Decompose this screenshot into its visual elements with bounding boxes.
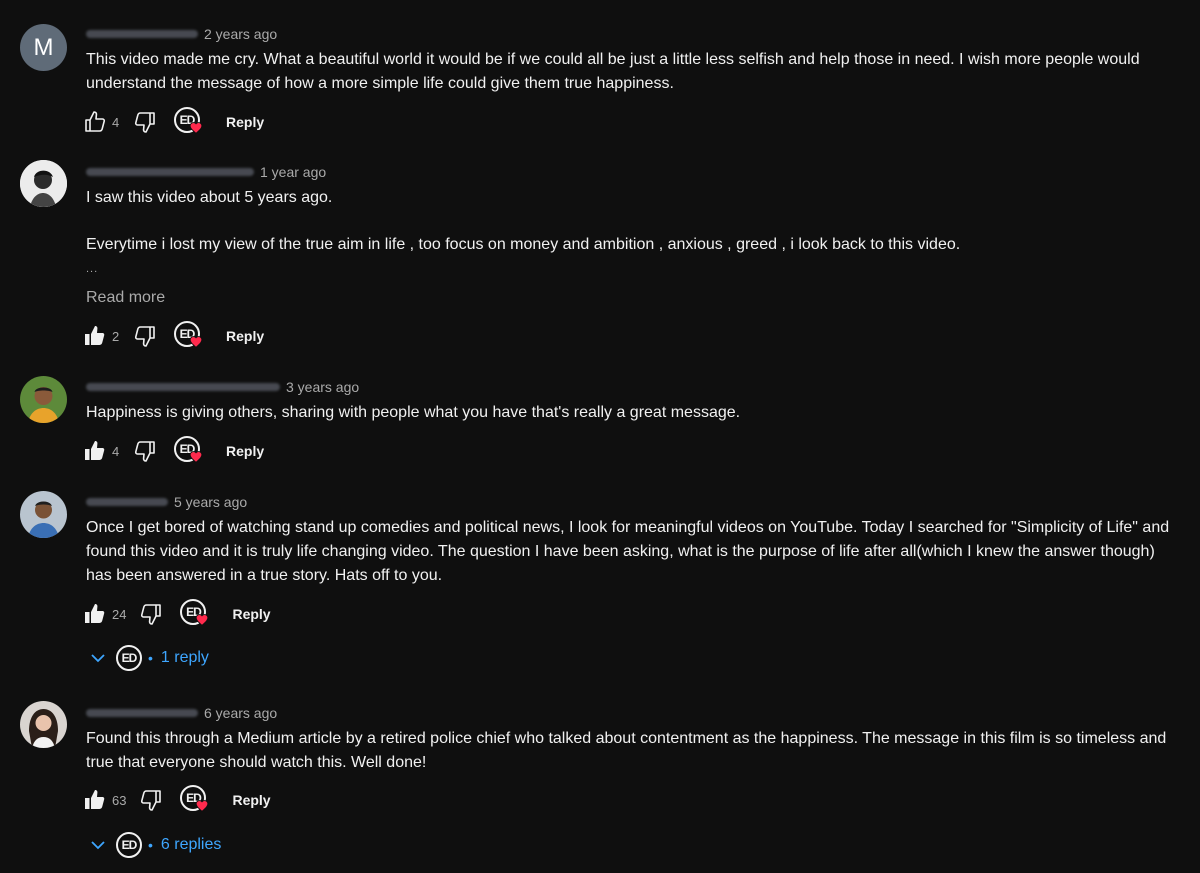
view-replies-button[interactable]: ED • 1 reply: [88, 643, 209, 673]
comment-text: Once I get bored of watching stand up co…: [86, 519, 1170, 584]
dislike-button[interactable]: [138, 601, 164, 627]
avatar[interactable]: [20, 160, 67, 207]
comment-time[interactable]: 1 year ago: [260, 164, 326, 180]
thumbs-up-filled-icon: [85, 604, 105, 623]
comment-actions: 2 ED Reply: [82, 321, 264, 351]
dislike-button[interactable]: [132, 109, 158, 135]
comment-text: This video made me cry. What a beautiful…: [86, 51, 1140, 92]
heart-icon: [189, 122, 203, 134]
thumbs-up-filled-icon: [85, 441, 105, 460]
comment-text-line-1: I saw this video about 5 years ago.: [86, 189, 333, 206]
comment-time[interactable]: 5 years ago: [174, 494, 247, 510]
like-count: 4: [112, 114, 120, 130]
comment-time[interactable]: 6 years ago: [204, 705, 277, 721]
like-button[interactable]: [82, 323, 108, 349]
creator-heart: ED: [178, 598, 210, 630]
thumbs-down-outline-icon: [134, 326, 155, 347]
comment-meta: 1 year ago: [86, 162, 326, 182]
comment-actions: 4 ED Reply: [82, 436, 264, 466]
reply-button[interactable]: Reply: [226, 328, 264, 344]
heart-icon: [196, 614, 209, 626]
chevron-down-icon: [91, 841, 105, 850]
heart-icon: [189, 451, 203, 463]
thumbs-down-outline-icon: [141, 604, 162, 625]
like-count: 4: [112, 443, 120, 459]
like-count: 63: [112, 792, 127, 808]
creator-heart: ED: [178, 784, 210, 816]
blurred-username[interactable]: [86, 383, 280, 391]
avatar-photo: [20, 491, 67, 538]
like-button[interactable]: [82, 787, 108, 813]
comment-meta: 6 years ago: [86, 703, 277, 723]
dislike-button[interactable]: [138, 787, 164, 813]
avatar[interactable]: [20, 701, 67, 748]
reply-button[interactable]: Reply: [226, 443, 264, 459]
blurred-username[interactable]: [86, 168, 254, 176]
comment-meta: 2 years ago: [86, 24, 277, 44]
heart-icon: [189, 336, 203, 348]
comment-time[interactable]: 2 years ago: [204, 26, 277, 42]
truncation-ellipsis: ...: [86, 263, 99, 275]
creator-heart: ED: [172, 320, 204, 352]
like-button[interactable]: [82, 109, 108, 135]
thumbs-down-outline-icon: [134, 441, 155, 462]
comment-text-line-2: Everytime i lost my view of the true aim…: [86, 236, 961, 253]
comment-meta: 3 years ago: [86, 377, 359, 397]
avatar[interactable]: [20, 491, 67, 538]
thumbs-up-filled-icon: [85, 790, 105, 809]
heart-icon: [196, 800, 209, 812]
dislike-button[interactable]: [132, 323, 158, 349]
comment-time[interactable]: 3 years ago: [286, 379, 359, 395]
chevron-down-icon: [91, 654, 105, 663]
view-replies-button[interactable]: ED • 6 replies: [88, 830, 221, 860]
comment-meta: 5 years ago: [86, 492, 247, 512]
creator-avatar: ED: [116, 832, 142, 858]
replies-count-label[interactable]: 6 replies: [161, 836, 221, 854]
read-more-button[interactable]: Read more: [86, 289, 165, 307]
reply-button[interactable]: Reply: [226, 114, 264, 130]
comment-actions: 24 ED Reply: [82, 599, 271, 629]
reply-button[interactable]: Reply: [232, 606, 270, 622]
comment-text: Happiness is giving others, sharing with…: [86, 404, 741, 421]
dislike-button[interactable]: [132, 438, 158, 464]
like-button[interactable]: [82, 601, 108, 627]
separator-dot: •: [148, 650, 153, 666]
comment-actions: 4 ED Reply: [82, 107, 264, 137]
avatar-photo: [20, 376, 67, 423]
replies-count-label[interactable]: 1 reply: [161, 649, 209, 667]
creator-avatar: ED: [116, 645, 142, 671]
avatar[interactable]: M: [20, 24, 67, 71]
blurred-username[interactable]: [86, 30, 198, 38]
like-count: 24: [112, 606, 127, 622]
thumbs-down-outline-icon: [141, 790, 162, 811]
avatar[interactable]: [20, 376, 67, 423]
like-count: 2: [112, 328, 120, 344]
avatar-photo: [20, 701, 67, 748]
creator-heart: ED: [172, 435, 204, 467]
comment-actions: 63 ED Reply: [82, 785, 271, 815]
thumbs-up-filled-icon: [85, 326, 105, 345]
thumbs-down-outline-icon: [134, 112, 155, 133]
separator-dot: •: [148, 837, 153, 853]
blurred-username[interactable]: [86, 498, 168, 506]
creator-heart: ED: [172, 106, 204, 138]
reply-button[interactable]: Reply: [232, 792, 270, 808]
avatar-illustration: [20, 160, 67, 207]
thumbs-up-outline-icon: [85, 111, 106, 132]
blurred-username[interactable]: [86, 709, 198, 717]
comment-text: Found this through a Medium article by a…: [86, 730, 1167, 771]
like-button[interactable]: [82, 438, 108, 464]
